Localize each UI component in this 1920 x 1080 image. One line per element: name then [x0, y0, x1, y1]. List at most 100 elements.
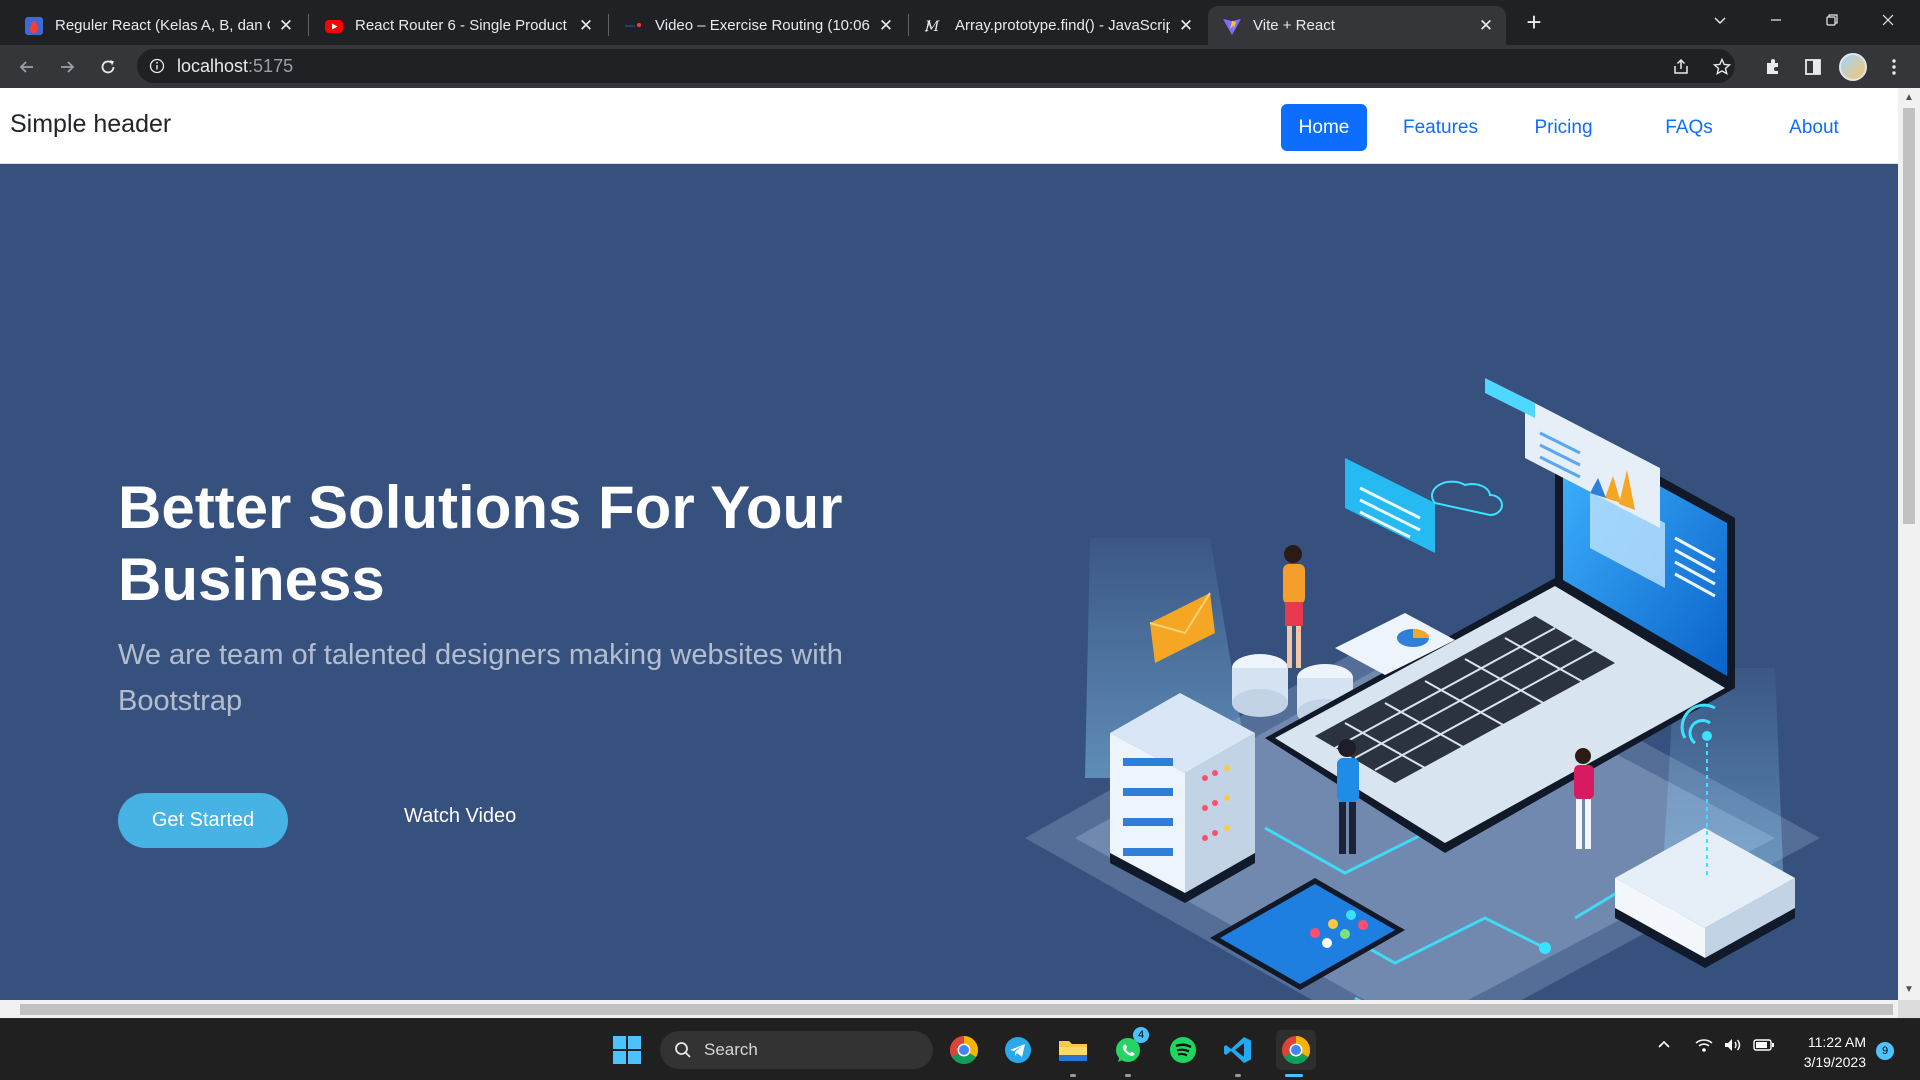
taskbar-whatsapp[interactable]: 4 — [1111, 1027, 1149, 1067]
tab-vite-react[interactable]: Vite + React ✕ — [1208, 6, 1506, 45]
close-icon[interactable]: ✕ — [876, 16, 896, 36]
scrollbar-thumb[interactable] — [1903, 108, 1915, 524]
arrow-right-icon — [61, 61, 75, 73]
share-button[interactable] — [1665, 51, 1697, 83]
minimize-icon — [1771, 19, 1781, 21]
taskbar: Search 4 11:22 AM 3/19/2023 9 — [0, 1018, 1920, 1080]
chevron-up-icon — [1658, 1040, 1670, 1048]
avatar[interactable] — [1839, 53, 1867, 81]
scroll-up-arrow[interactable]: ▲ — [1903, 92, 1915, 104]
running-indicator — [1125, 1074, 1131, 1077]
tab-separator — [908, 14, 909, 36]
notification-badge: 4 — [1133, 1027, 1149, 1043]
search-placeholder: Search — [704, 1040, 758, 1059]
drop-icon — [24, 16, 44, 36]
info-icon[interactable] — [149, 58, 165, 74]
tab-video-exercise[interactable]: Video – Exercise Routing (10:06) ✕ — [610, 6, 906, 45]
back-button[interactable] — [11, 51, 43, 83]
folder-icon — [1059, 1041, 1087, 1061]
notification-center-badge[interactable]: 9 — [1876, 1042, 1894, 1060]
tab-array-find[interactable]: M Array.prototype.find() - JavaScript ✕ — [910, 6, 1206, 45]
taskbar-vscode[interactable] — [1221, 1033, 1255, 1067]
nav-features[interactable]: Features — [1397, 104, 1484, 151]
restore-icon — [1826, 14, 1838, 26]
taskbar-chrome-active[interactable] — [1276, 1030, 1316, 1070]
tab-search-button[interactable] — [1692, 0, 1748, 40]
vertical-scrollbar[interactable]: ▲ ▼ — [1898, 88, 1920, 1000]
brand-link[interactable]: Simple header — [10, 110, 171, 139]
side-panel-button[interactable] — [1797, 51, 1829, 83]
scroll-down-arrow[interactable]: ▼ — [1903, 984, 1915, 996]
hero-title: Better Solutions For Your Business — [118, 474, 843, 613]
kebab-menu-icon — [1892, 59, 1896, 75]
minimize-button[interactable] — [1748, 0, 1804, 40]
nav-pricing[interactable]: Pricing — [1524, 104, 1603, 151]
scrollbar-thumb[interactable] — [20, 1004, 1893, 1015]
scrollbar-corner — [1898, 1000, 1920, 1018]
site-header: Simple header Home Features Pricing FAQs… — [0, 88, 1898, 164]
wifi-icon — [1695, 1039, 1713, 1052]
close-icon — [1882, 14, 1894, 26]
horizontal-scrollbar[interactable] — [0, 1000, 1898, 1018]
volume-status[interactable] — [1723, 1037, 1743, 1058]
close-window-button[interactable] — [1860, 0, 1916, 40]
main-nav: Home Features Pricing FAQs About — [1281, 104, 1851, 151]
close-icon[interactable]: ✕ — [576, 16, 596, 36]
arrow-left-icon — [19, 61, 33, 73]
menu-button[interactable] — [1878, 51, 1910, 83]
tab-title: Vite + React — [1253, 17, 1335, 34]
tab-title: Reguler React (Kelas A, B, dan C) — [55, 17, 270, 34]
running-indicator — [1070, 1074, 1076, 1077]
new-tab-button[interactable]: + — [1520, 7, 1548, 37]
url-port: :5175 — [248, 55, 294, 76]
vite-icon — [1222, 16, 1242, 36]
forward-button[interactable] — [51, 51, 83, 83]
youtube-icon — [324, 16, 344, 36]
taskbar-chrome[interactable] — [947, 1033, 981, 1067]
chrome-icon — [1282, 1036, 1310, 1064]
svg-text:M: M — [924, 19, 940, 35]
taskbar-clock[interactable]: 11:22 AM 3/19/2023 — [1772, 1032, 1866, 1072]
chevron-down-icon — [1714, 17, 1726, 24]
address-bar[interactable]: localhost:5175 — [137, 49, 1735, 83]
network-status[interactable] — [1695, 1037, 1713, 1058]
close-icon[interactable]: ✕ — [1176, 16, 1196, 36]
search-icon — [675, 1042, 691, 1058]
share-icon — [1674, 58, 1688, 74]
hero-illustration — [1025, 378, 1820, 1018]
browser-toolbar: localhost:5175 — [0, 45, 1920, 88]
tab-react-router[interactable]: React Router 6 - Single Product - ✕ — [310, 6, 606, 45]
tab-reguler-react[interactable]: Reguler React (Kelas A, B, dan C) ✕ — [10, 6, 306, 45]
taskbar-telegram[interactable] — [1001, 1033, 1035, 1067]
close-icon[interactable]: ✕ — [276, 16, 296, 36]
start-button[interactable] — [610, 1033, 644, 1067]
vscode-icon — [1224, 1037, 1251, 1063]
running-indicator — [1235, 1074, 1241, 1077]
tab-title: Video – Exercise Routing (10:06) — [655, 17, 870, 34]
tab-separator — [308, 14, 309, 36]
windows-icon — [613, 1036, 641, 1064]
nav-about[interactable]: About — [1777, 104, 1851, 151]
restore-button[interactable] — [1804, 0, 1860, 40]
tab-title: Array.prototype.find() - JavaScript — [955, 17, 1170, 34]
get-started-button[interactable]: Get Started — [118, 793, 288, 848]
taskbar-search[interactable]: Search — [660, 1031, 933, 1069]
telegram-icon — [1005, 1037, 1031, 1063]
watch-video-link[interactable]: Watch Video — [404, 805, 516, 828]
side-panel-icon — [1805, 59, 1821, 75]
reload-icon — [101, 60, 115, 74]
star-icon — [1712, 57, 1732, 76]
clock-time: 11:22 AM — [1807, 1034, 1866, 1050]
taskbar-spotify[interactable] — [1166, 1033, 1200, 1067]
bookmark-button[interactable] — [1706, 51, 1738, 83]
mdn-icon: M — [924, 16, 944, 36]
chrome-icon — [950, 1036, 978, 1064]
active-indicator — [1285, 1074, 1303, 1077]
tray-overflow-button[interactable] — [1656, 1037, 1672, 1058]
taskbar-file-explorer[interactable] — [1056, 1033, 1090, 1067]
extensions-button[interactable] — [1757, 51, 1789, 83]
reload-button[interactable] — [92, 51, 124, 83]
nav-faqs[interactable]: FAQs — [1657, 104, 1721, 151]
nav-home[interactable]: Home — [1281, 104, 1367, 151]
close-icon[interactable]: ✕ — [1476, 16, 1496, 36]
